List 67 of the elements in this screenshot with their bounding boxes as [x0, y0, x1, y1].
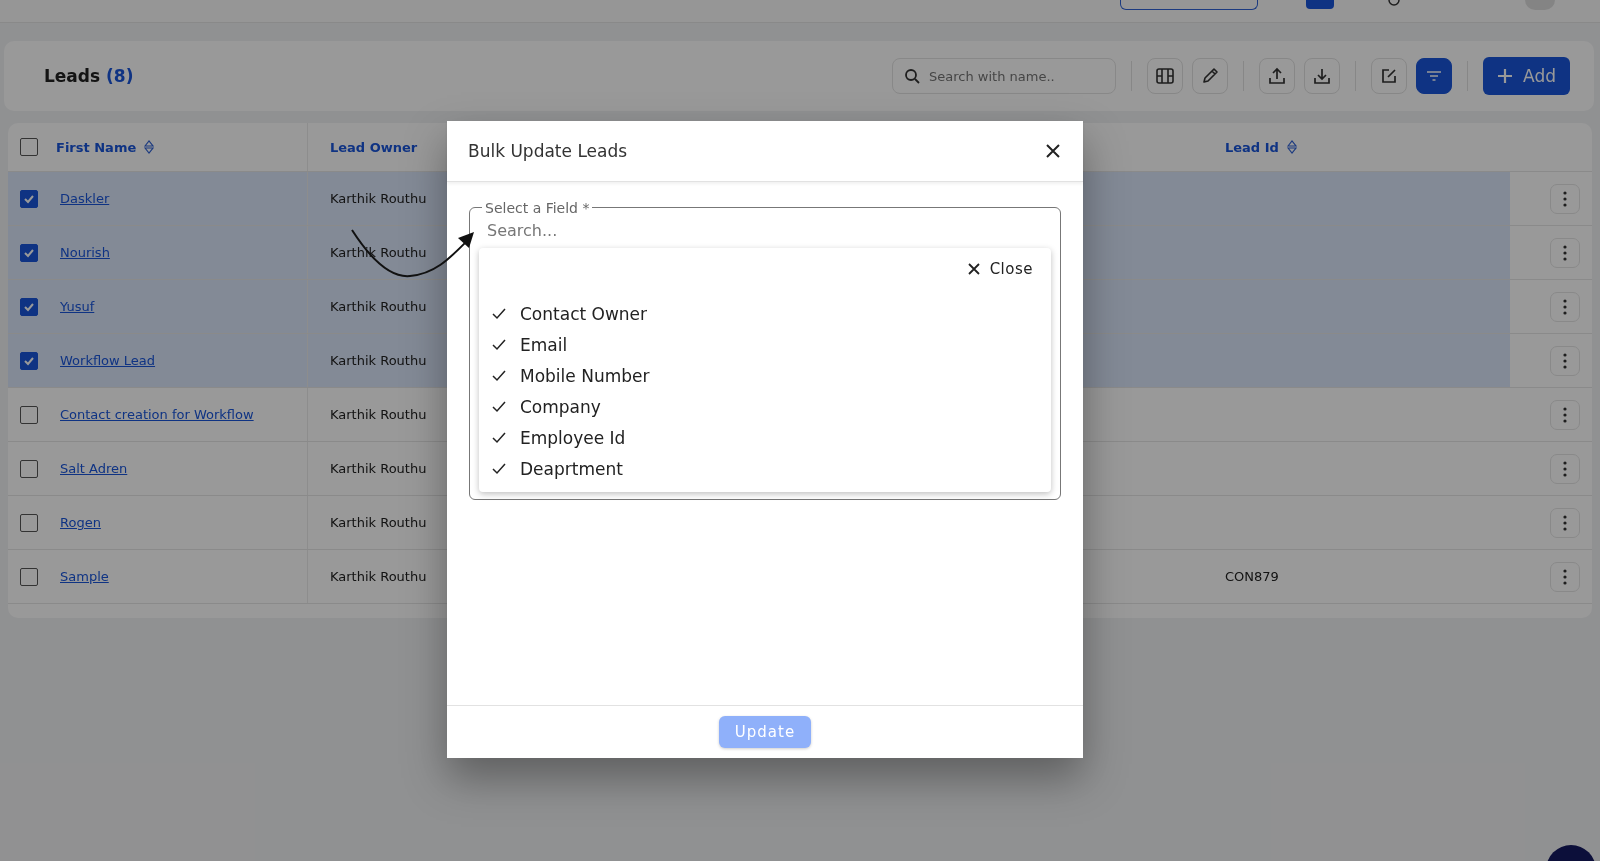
kebab-icon	[1563, 298, 1567, 315]
kebab-icon	[1563, 406, 1567, 423]
lead-name-link[interactable]: Sample	[60, 569, 109, 584]
lead-name-link[interactable]: Daskler	[60, 191, 110, 206]
download-button[interactable]	[1304, 58, 1341, 94]
table-cell: Karthik Routhu	[308, 334, 447, 387]
kebab-icon	[1563, 568, 1567, 585]
lead-name-link[interactable]: Rogen	[60, 515, 101, 530]
lead-name-link[interactable]: Contact creation for Workflow	[60, 407, 254, 422]
lead-name-link[interactable]: Workflow Lead	[60, 353, 156, 368]
close-icon	[1045, 143, 1061, 159]
plus-icon	[1497, 68, 1514, 84]
checkbox[interactable]	[20, 459, 38, 478]
dropdown-option[interactable]: Mobile Number	[479, 360, 1051, 391]
table-cell: Karthik Routhu	[308, 172, 447, 225]
table-cell-text: Karthik Routhu	[329, 514, 428, 532]
lead-name-link[interactable]: Salt Adren	[60, 461, 128, 476]
upload-icon	[1267, 66, 1288, 86]
checkbox[interactable]	[20, 405, 38, 424]
checkbox[interactable]	[20, 567, 38, 586]
table-cell: Karthik Routhu	[308, 280, 447, 333]
dropdown-option[interactable]: Contact Owner	[479, 298, 1051, 329]
close-icon	[967, 263, 980, 275]
bulk-edit-button[interactable]	[1371, 58, 1408, 94]
dropdown-option[interactable]: Deaprtment	[479, 453, 1051, 484]
kebab-icon	[1563, 514, 1567, 531]
add-button[interactable]: Add	[1483, 57, 1570, 95]
search-field[interactable]: Search with name..	[892, 58, 1117, 94]
dropdown-option[interactable]: Email	[479, 329, 1051, 360]
columns-button[interactable]	[1147, 58, 1184, 94]
upload-button[interactable]	[1259, 58, 1296, 94]
lead-name-link[interactable]: Yusuf	[60, 299, 95, 314]
kebab-icon	[1563, 244, 1567, 261]
search-icon	[904, 68, 921, 84]
checkbox[interactable]	[20, 189, 38, 208]
search-input[interactable]: Search...	[479, 217, 795, 248]
table-cell-text: Karthik Routhu	[329, 568, 428, 586]
top-bar-button[interactable]	[1120, 0, 1258, 10]
kebab-icon	[1563, 460, 1567, 477]
column-header[interactable]: First Name	[56, 139, 137, 155]
dropdown-option[interactable]: Employee Id	[479, 422, 1051, 453]
checkbox[interactable]	[20, 243, 38, 262]
edit-button[interactable]	[1192, 58, 1229, 94]
sort-icon[interactable]	[1286, 140, 1297, 154]
filter-button[interactable]	[1416, 58, 1453, 94]
lead-name-link[interactable]: Nourish	[60, 245, 110, 260]
sort-icon[interactable]	[144, 140, 155, 154]
kebab-icon	[1563, 352, 1567, 369]
table-cell-text: Karthik Routhu	[329, 406, 428, 424]
checkbox[interactable]	[20, 138, 38, 156]
kebab-icon	[1563, 190, 1567, 207]
close-button[interactable]: Close	[965, 258, 1035, 280]
top-bar-button[interactable]	[1306, 0, 1334, 9]
table-cell-text: Karthik Routhu	[329, 460, 428, 478]
columns-icon	[1155, 66, 1176, 86]
download-icon	[1312, 66, 1333, 86]
dropdown-option[interactable]: Company	[479, 391, 1051, 422]
checkbox[interactable]	[20, 297, 38, 316]
page-title: Leads (8)	[44, 66, 134, 86]
checkbox[interactable]	[20, 351, 38, 370]
checkbox[interactable]	[20, 513, 38, 532]
table-cell-text: CON879	[1224, 568, 1280, 586]
column-header[interactable]: Lead Owner	[330, 139, 418, 155]
pencil-icon	[1200, 66, 1221, 86]
column-header[interactable]: Lead Id	[1225, 139, 1279, 155]
field-label: Select a Field *	[485, 200, 590, 216]
modal-title: Bulk Update Leads	[468, 141, 628, 161]
